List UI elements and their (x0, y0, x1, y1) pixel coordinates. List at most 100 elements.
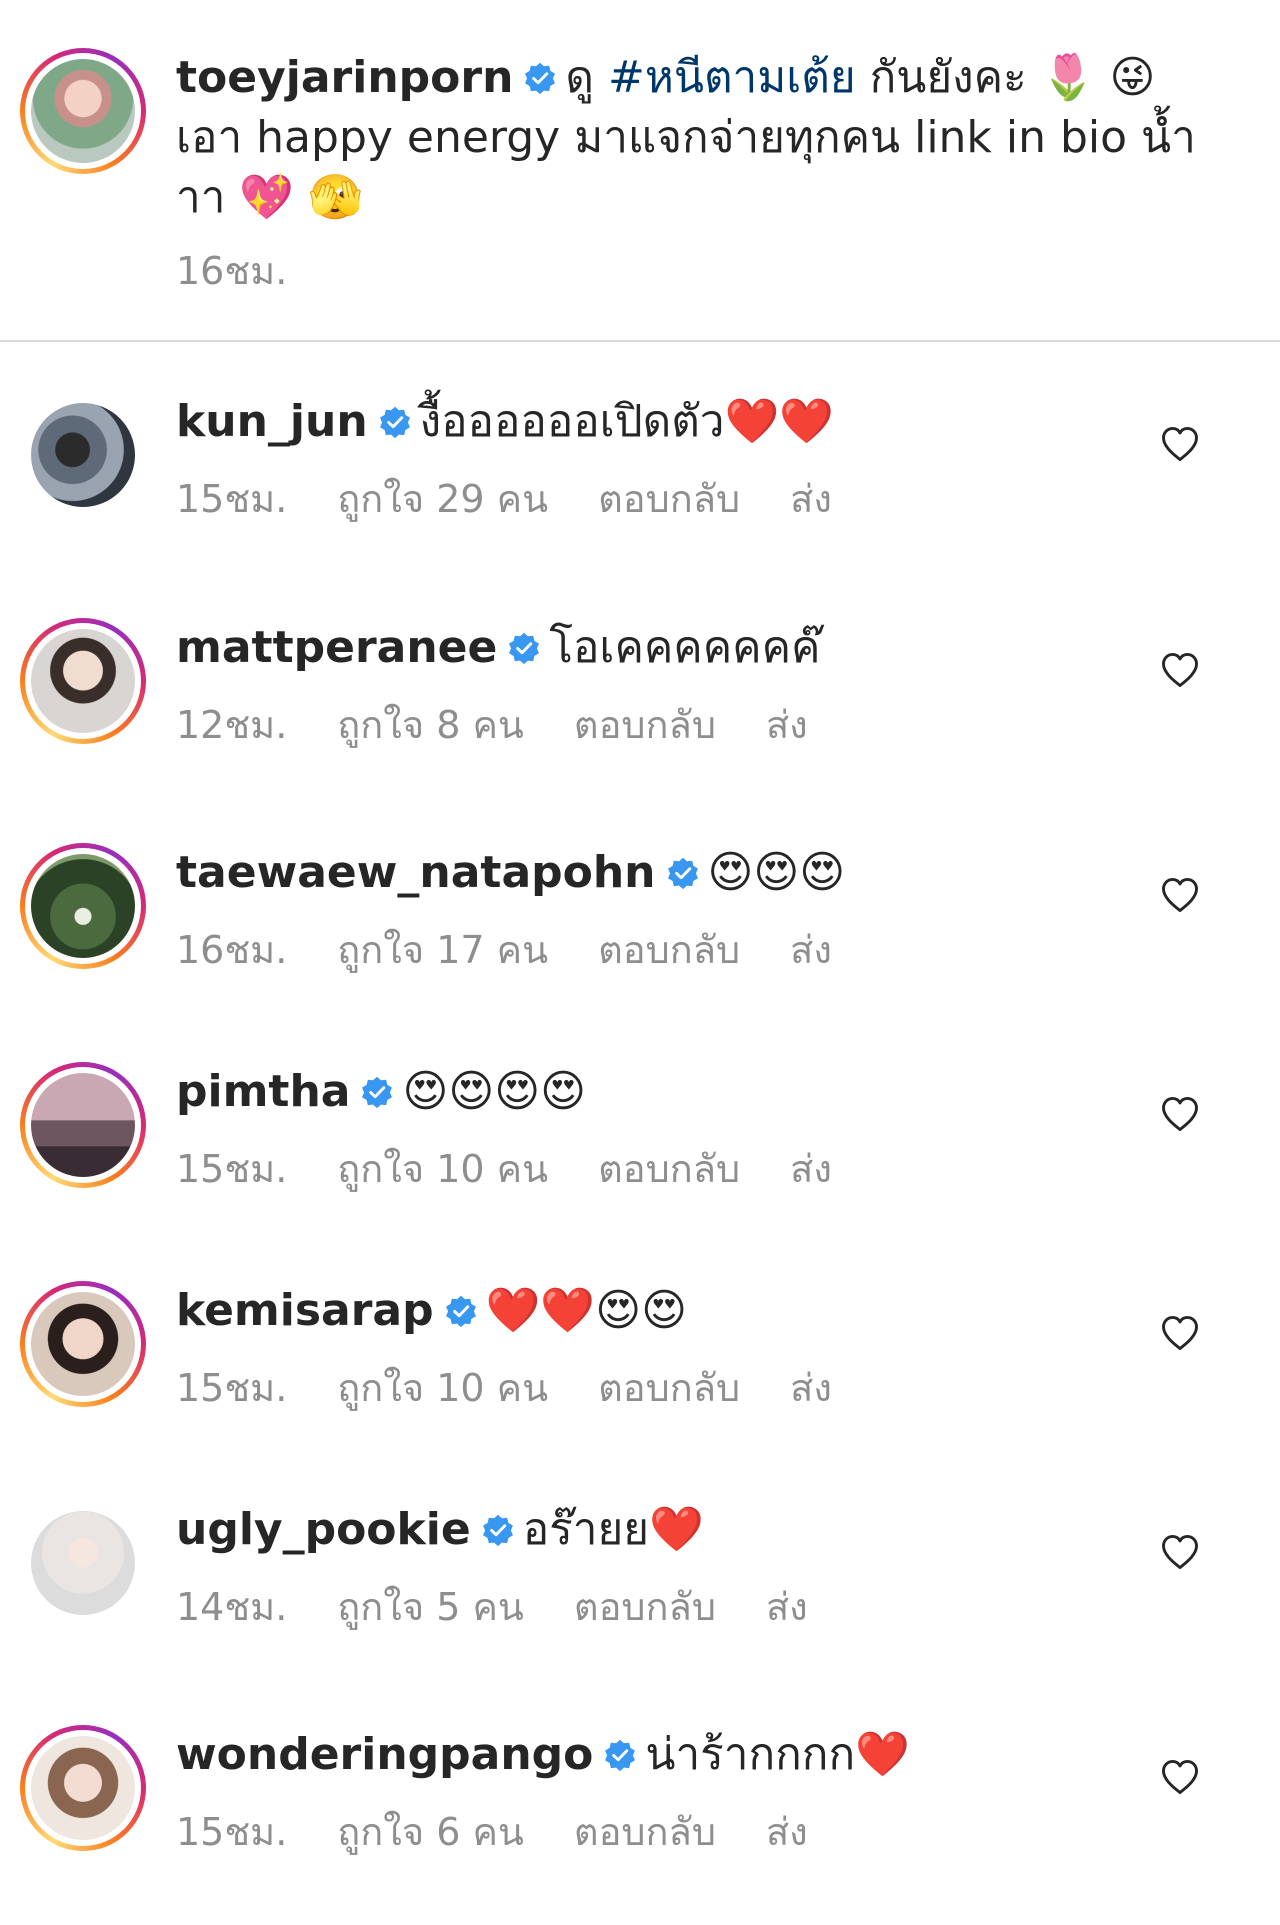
comment-timestamp: 15ชม. (176, 477, 288, 521)
comment-text: งื้ออออออเปิดตัว❤️❤️ (419, 396, 835, 447)
heart-outline-icon[interactable] (1158, 1092, 1202, 1136)
comment-row: pimtha 😍😍😍😍 15ชม. ถูกใจ 10 คน ตอบกลับ ส่ง (0, 1062, 1280, 1262)
comment-row: taewaew_natapohn 😍😍😍 16ชม. ถูกใจ 17 คน ตอบกล… (0, 843, 1280, 1043)
caption-timestamp: 16ชม. (176, 249, 288, 293)
comment-likes[interactable]: ถูกใจ 10 คน (337, 1366, 548, 1410)
commenter-avatar[interactable] (20, 1062, 146, 1188)
commenter-avatar[interactable] (20, 1500, 146, 1626)
comment-text-block: mattperanee โอเคคคคคคค๊ (176, 618, 1136, 678)
comment-row: ugly_pookie อร๊ายย❤️ 14ชม. ถูกใจ 5 คน ตอบกลั… (0, 1500, 1280, 1700)
send-button[interactable]: ส่ง (790, 1147, 832, 1191)
verified-badge-icon (378, 405, 412, 439)
send-button[interactable]: ส่ง (766, 703, 808, 747)
comment-text: น่าร้ากกกก❤️ (645, 1729, 910, 1780)
verified-badge-icon (360, 1075, 394, 1109)
heart-outline-icon[interactable] (1158, 873, 1202, 917)
comment-text: 😍😍😍 (707, 847, 846, 898)
likes-prefix: ถูกใจ (337, 928, 425, 972)
comment-meta: 15ชม. ถูกใจ 6 คน ตอบกลับ ส่ง (176, 1801, 858, 1862)
caption-text-start: ดู (565, 52, 594, 103)
comment-username[interactable]: kemisarap (176, 1285, 434, 1336)
comment-likes[interactable]: ถูกใจ 17 คน (337, 928, 548, 972)
comment-meta: 15ชม. ถูกใจ 10 คน ตอบกลับ ส่ง (176, 1357, 882, 1418)
comment-username[interactable]: kun_jun (176, 396, 368, 447)
send-button[interactable]: ส่ง (790, 1366, 832, 1410)
post-author-avatar[interactable] (20, 48, 146, 174)
send-button[interactable]: ส่ง (790, 477, 832, 521)
comment-timestamp: 15ชม. (176, 1366, 288, 1410)
comment-username[interactable]: taewaew_natapohn (176, 847, 656, 898)
comment-likes[interactable]: ถูกใจ 6 คน (337, 1810, 524, 1854)
send-button[interactable]: ส่ง (766, 1810, 808, 1854)
likes-prefix: ถูกใจ (337, 1147, 425, 1191)
likes-suffix: คน (496, 1366, 549, 1410)
likes-count: 8 (436, 703, 461, 747)
reply-button[interactable]: ตอบกลับ (598, 1147, 740, 1191)
likes-prefix: ถูกใจ (337, 1366, 425, 1410)
comment-username[interactable]: wonderingpango (176, 1729, 593, 1780)
comment-timestamp: 14ชม. (176, 1585, 288, 1629)
comment-text: อร๊ายย❤️ (522, 1504, 704, 1555)
comment-likes[interactable]: ถูกใจ 5 คน (337, 1585, 524, 1629)
heart-outline-icon[interactable] (1158, 1311, 1202, 1355)
reply-button[interactable]: ตอบกลับ (574, 703, 716, 747)
comment-username[interactable]: mattperanee (176, 622, 497, 673)
caption-hashtag[interactable]: #หนีตามเต้ย (608, 52, 856, 103)
comment-row: wonderingpango น่าร้ากกกก❤️ 15ชม. ถูกใจ 6 ค… (0, 1725, 1280, 1925)
commenter-avatar[interactable] (20, 1281, 146, 1407)
likes-count: 17 (436, 928, 485, 972)
likes-prefix: ถูกใจ (337, 703, 425, 747)
likes-suffix: คน (472, 1810, 524, 1854)
comment-username[interactable]: pimtha (176, 1066, 350, 1117)
comment-meta: 12ชม. ถูกใจ 8 คน ตอบกลับ ส่ง (176, 694, 858, 755)
likes-count: 10 (436, 1366, 485, 1410)
comment-timestamp: 12ชม. (176, 703, 288, 747)
likes-suffix: คน (496, 477, 549, 521)
comment-text-block: taewaew_natapohn 😍😍😍 (176, 843, 1136, 903)
comment-meta: 15ชม. ถูกใจ 29 คน ตอบกลับ ส่ง (176, 468, 882, 529)
comment-text-block: kun_jun งื้ออออออเปิดตัว❤️❤️ (176, 392, 1136, 452)
reply-button[interactable]: ตอบกลับ (598, 928, 740, 972)
heart-outline-icon[interactable] (1158, 1530, 1202, 1574)
send-button[interactable]: ส่ง (790, 928, 832, 972)
commenter-avatar[interactable] (20, 1725, 146, 1851)
comment-likes[interactable]: ถูกใจ 29 คน (337, 477, 548, 521)
reply-button[interactable]: ตอบกลับ (574, 1810, 716, 1854)
comment-text-block: ugly_pookie อร๊ายย❤️ (176, 1500, 1136, 1560)
heart-outline-icon[interactable] (1158, 648, 1202, 692)
comment-username[interactable]: ugly_pookie (176, 1504, 471, 1555)
comment-text: โอเคคคคคคค๊ (549, 622, 821, 673)
likes-prefix: ถูกใจ (337, 1810, 425, 1854)
verified-badge-icon (481, 1513, 515, 1547)
verified-badge-icon (444, 1294, 478, 1328)
likes-suffix: คน (472, 1585, 524, 1629)
comment-timestamp: 15ชม. (176, 1147, 288, 1191)
comment-row: kun_jun งื้ออออออเปิดตัว❤️❤️ 15ชม. ถูกใจ 29… (0, 392, 1280, 592)
send-button[interactable]: ส่ง (766, 1585, 808, 1629)
caption-text-block: toeyjarinporn ดู #หนีตามเต้ย กันยังคะ 🌷 😜… (176, 48, 1216, 228)
reply-button[interactable]: ตอบกลับ (574, 1585, 716, 1629)
comment-likes[interactable]: ถูกใจ 8 คน (337, 703, 524, 747)
post-author-username[interactable]: toeyjarinporn (176, 52, 513, 103)
comment-text-block: kemisarap ❤️❤️😍😍 (176, 1281, 1136, 1341)
heart-outline-icon[interactable] (1158, 1755, 1202, 1799)
heart-outline-icon[interactable] (1158, 422, 1202, 466)
comment-timestamp: 16ชม. (176, 928, 288, 972)
likes-count: 6 (436, 1810, 461, 1854)
comment-text: 😍😍😍😍 (402, 1066, 586, 1117)
likes-suffix: คน (472, 703, 524, 747)
comment-meta: 16ชม. ถูกใจ 17 คน ตอบกลับ ส่ง (176, 919, 882, 980)
likes-suffix: คน (496, 1147, 549, 1191)
commenter-avatar[interactable] (20, 392, 146, 518)
reply-button[interactable]: ตอบกลับ (598, 1366, 740, 1410)
reply-button[interactable]: ตอบกลับ (598, 477, 740, 521)
commenter-avatar[interactable] (20, 618, 146, 744)
comment-likes[interactable]: ถูกใจ 10 คน (337, 1147, 548, 1191)
comment-meta: 15ชม. ถูกใจ 10 คน ตอบกลับ ส่ง (176, 1138, 882, 1199)
likes-count: 29 (436, 477, 485, 521)
comment-text-block: wonderingpango น่าร้ากกกก❤️ (176, 1725, 1136, 1785)
likes-prefix: ถูกใจ (337, 1585, 425, 1629)
post-caption: toeyjarinporn ดู #หนีตามเต้ย กันยังคะ 🌷 😜… (0, 0, 1280, 341)
commenter-avatar[interactable] (20, 843, 146, 969)
divider (0, 340, 1280, 342)
